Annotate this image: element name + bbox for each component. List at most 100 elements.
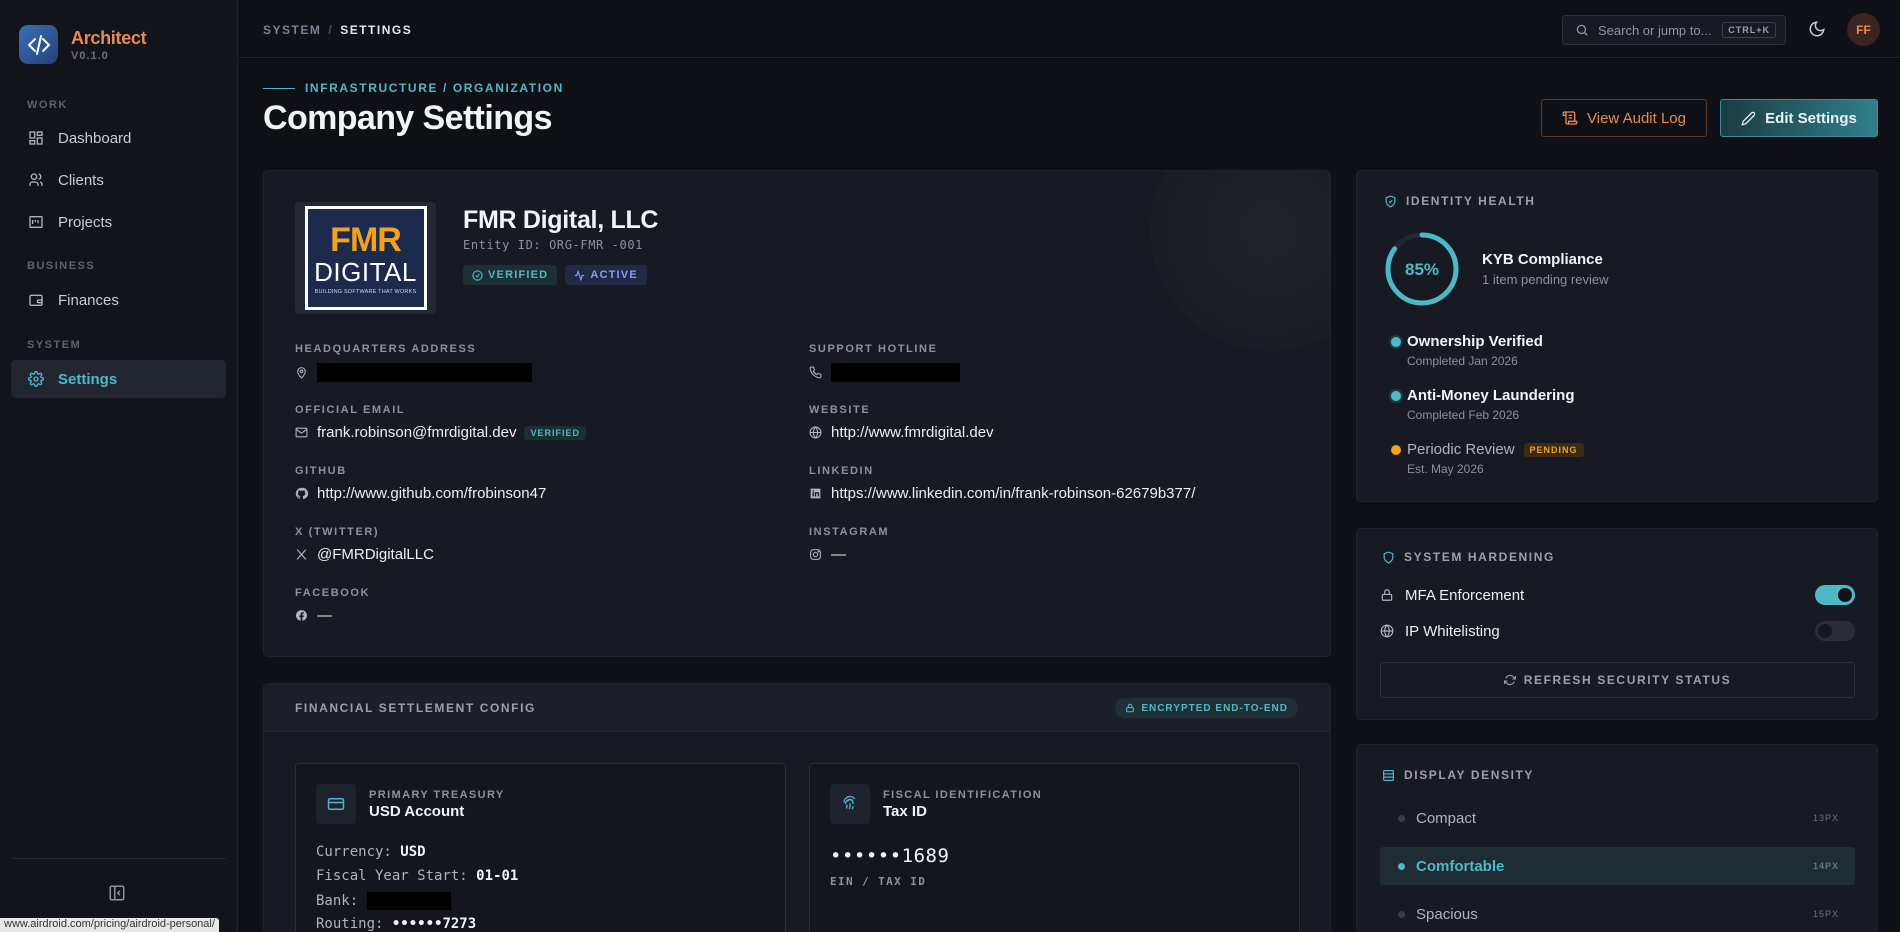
website-link[interactable]: http://www.fmrdigital.dev <box>831 424 994 441</box>
website-field: WEBSITE http://www.fmrdigital.dev <box>809 404 994 441</box>
instagram-field: INSTAGRAM — <box>809 526 890 563</box>
mail-icon <box>295 427 308 438</box>
topbar: SYSTEM / SETTINGS Search or jump to... CTR… <box>239 0 1900 58</box>
company-profile-card: FMR DIGITAL BUILDING SOFTWARE THAT WORKS… <box>263 170 1331 657</box>
shield-icon <box>1383 550 1394 564</box>
density-option-compact[interactable]: Compact 13PX <box>1380 799 1855 837</box>
identity-health-title: IDENTITY HEALTH <box>1384 194 1536 208</box>
page-eyebrow: INFRASTRUCTURE / ORGANIZATION <box>263 81 564 95</box>
redacted-address <box>317 363 532 382</box>
dashboard-icon <box>29 131 43 145</box>
brand[interactable]: Architect V0.1.0 <box>19 25 147 64</box>
step-anti-money-laundering: Anti-Money Laundering Completed Feb 2026 <box>1391 387 1575 422</box>
sidebar-item-label: Projects <box>58 213 113 231</box>
app-name: Architect <box>71 27 147 48</box>
moon-icon[interactable] <box>1808 20 1826 43</box>
sidebar-item-label: Clients <box>58 171 104 189</box>
company-name: FMR Digital, LLC <box>463 206 659 234</box>
density-option-comfortable[interactable]: Comfortable 14PX <box>1380 847 1855 885</box>
scroll-icon <box>1562 111 1578 125</box>
refresh-security-button[interactable]: REFRESH SECURITY STATUS <box>1380 662 1855 698</box>
breadcrumb-system[interactable]: SYSTEM <box>263 23 321 37</box>
breadcrumb: SYSTEM / SETTINGS <box>263 23 413 37</box>
ip-whitelisting-label: IP Whitelisting <box>1405 622 1500 640</box>
wallet-icon <box>29 294 43 306</box>
redacted-phone <box>831 363 960 382</box>
search-placeholder: Search or jump to... <box>1598 22 1712 38</box>
sidebar-divider <box>11 858 226 859</box>
rows-icon <box>1383 769 1394 781</box>
gear-icon <box>28 371 44 387</box>
display-density-title: DISPLAY DENSITY <box>1382 768 1534 782</box>
github-field: GITHUB http://www.github.com/frobinson47 <box>295 465 547 502</box>
app-version: V0.1.0 <box>71 49 109 62</box>
instagram-icon <box>810 549 821 560</box>
hq-address-field: HEADQUARTERS ADDRESS <box>295 343 532 382</box>
lock-icon <box>1126 703 1135 713</box>
breadcrumb-settings: SETTINGS <box>340 23 413 37</box>
projects-icon <box>29 216 43 228</box>
routing-row: Routing: ••••••7273 <box>316 916 477 932</box>
financial-settlement-card: FINANCIAL SETTLEMENT CONFIG ENCRYPTED EN… <box>263 683 1331 932</box>
facebook-value: — <box>317 607 332 624</box>
pending-badge: PENDING <box>1523 442 1584 457</box>
company-logo[interactable]: FMR DIGITAL BUILDING SOFTWARE THAT WORKS <box>295 202 436 314</box>
instagram-value: — <box>831 546 846 563</box>
github-link[interactable]: http://www.github.com/frobinson47 <box>317 485 546 502</box>
fiscal-identification-card[interactable]: FISCAL IDENTIFICATION Tax ID ••••••1689 … <box>809 763 1300 932</box>
fiscal-year-row: Fiscal Year Start: 01-01 <box>316 868 519 884</box>
identity-health-card: IDENTITY HEALTH 85% KYB Compliance 1 ite… <box>1356 170 1878 502</box>
phone-icon <box>809 366 822 379</box>
refresh-icon <box>1503 674 1516 686</box>
linkedin-link[interactable]: https://www.linkedin.com/in/frank-robins… <box>831 485 1195 502</box>
financial-title: FINANCIAL SETTLEMENT CONFIG <box>295 701 536 715</box>
tax-id-value: ••••••1689 <box>830 845 950 867</box>
sidebar-item-label: Settings <box>58 370 118 388</box>
sidebar-item-projects[interactable]: Projects <box>11 203 226 241</box>
x-twitter-icon <box>296 549 307 560</box>
nav-section-work: WORK <box>27 99 68 111</box>
system-hardening-title: SYSTEM HARDENING <box>1382 550 1555 564</box>
official-email[interactable]: frank.robinson@fmrdigital.dev <box>317 424 516 441</box>
active-badge: ACTIVE <box>565 265 647 285</box>
system-hardening-card: SYSTEM HARDENING MFA Enforcement IP Whit… <box>1356 528 1878 720</box>
search-icon <box>1576 24 1588 36</box>
sidebar: Architect V0.1.0 WORK Dashboard Clients … <box>0 0 238 932</box>
twitter-handle[interactable]: @FMRDigitalLLC <box>317 546 434 563</box>
encrypted-badge: ENCRYPTED END-TO-END <box>1115 698 1298 718</box>
edit-settings-button[interactable]: Edit Settings <box>1720 99 1878 137</box>
sidebar-item-label: Finances <box>58 291 119 309</box>
bank-row: Bank: <box>316 892 451 910</box>
pencil-icon <box>1741 111 1756 126</box>
activity-icon <box>575 269 585 281</box>
sidebar-item-settings[interactable]: Settings <box>11 360 226 398</box>
sidebar-item-finances[interactable]: Finances <box>11 281 226 319</box>
avatar[interactable]: FF <box>1847 13 1880 46</box>
display-density-card: DISPLAY DENSITY Compact 13PX Comfortable 1… <box>1356 744 1878 932</box>
ip-whitelisting-row: IP Whitelisting <box>1380 621 1855 641</box>
currency-row: Currency: USD <box>316 844 426 860</box>
linkedin-icon <box>810 488 821 499</box>
compliance-progress-ring: 85% <box>1384 231 1460 312</box>
sidebar-item-dashboard[interactable]: Dashboard <box>11 119 226 157</box>
mfa-toggle[interactable] <box>1815 585 1855 605</box>
redacted-bank <box>366 892 451 910</box>
credit-card-icon <box>327 798 345 810</box>
globe-icon <box>809 426 822 439</box>
nav-section-system: SYSTEM <box>27 339 82 351</box>
verified-badge: VERIFIED <box>463 265 558 285</box>
view-audit-log-button[interactable]: View Audit Log <box>1541 99 1707 137</box>
primary-treasury-card[interactable]: PRIMARY TREASURY USD Account Currency: U… <box>295 763 786 932</box>
mfa-row: MFA Enforcement <box>1380 585 1855 605</box>
facebook-field: FACEBOOK — <box>295 587 371 624</box>
page-title: Company Settings <box>263 99 552 137</box>
ip-whitelisting-toggle[interactable] <box>1815 621 1855 641</box>
search-input[interactable]: Search or jump to... CTRL+K <box>1562 15 1786 45</box>
kyb-title: KYB Compliance <box>1482 251 1603 268</box>
sidebar-item-clients[interactable]: Clients <box>11 161 226 199</box>
collapse-sidebar-icon[interactable] <box>108 884 126 907</box>
mfa-label: MFA Enforcement <box>1405 586 1525 604</box>
step-ownership-verified: Ownership Verified Completed Jan 2026 <box>1391 333 1543 368</box>
code-brackets-icon <box>19 25 58 64</box>
density-option-spacious[interactable]: Spacious 15PX <box>1380 895 1855 932</box>
